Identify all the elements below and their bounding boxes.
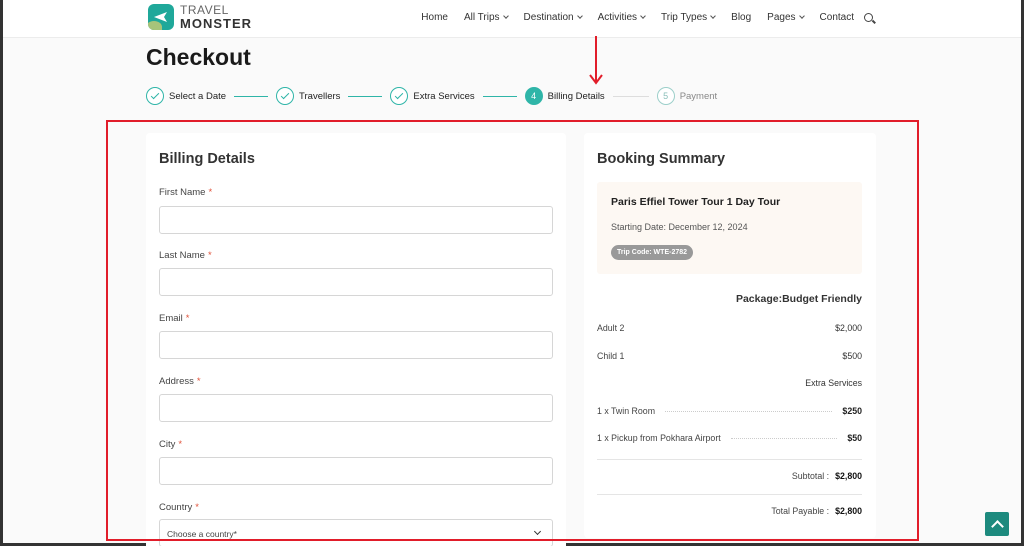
scroll-to-top-button[interactable] xyxy=(985,512,1009,536)
step-payment[interactable]: 5 Payment xyxy=(656,87,718,105)
site-logo[interactable]: TRAVEL MONSTER xyxy=(148,0,252,34)
step-number: 5 xyxy=(656,87,675,105)
checkout-steps: Select a Date Travellers Extra Services … xyxy=(146,86,717,106)
annotation-highlight-box xyxy=(106,120,919,541)
step-travellers[interactable]: Travellers xyxy=(276,87,340,105)
step-connector xyxy=(482,95,517,97)
logo-text-bottom: MONSTER xyxy=(180,16,252,31)
check-icon xyxy=(390,87,409,105)
logo-text: TRAVEL MONSTER xyxy=(180,4,252,31)
plane-logo-icon xyxy=(148,4,174,30)
step-connector xyxy=(234,95,269,97)
check-icon xyxy=(276,87,295,105)
step-number: 4 xyxy=(524,87,543,105)
chevron-down-icon xyxy=(640,12,646,19)
annotation-arrow-icon xyxy=(589,36,603,85)
step-select-date[interactable]: Select a Date xyxy=(146,87,226,105)
step-label: Billing Details xyxy=(547,90,605,102)
nav-home[interactable]: Home xyxy=(421,12,448,23)
nav-destination[interactable]: Destination xyxy=(524,12,583,23)
main-nav: Home All Trips Destination Activities Tr… xyxy=(405,0,873,34)
step-billing-details[interactable]: 4 Billing Details xyxy=(524,87,605,105)
nav-contact[interactable]: Contact xyxy=(820,12,854,23)
chevron-down-icon xyxy=(502,12,509,19)
step-extra-services[interactable]: Extra Services xyxy=(390,87,475,105)
window-frame-left xyxy=(0,0,3,546)
nav-all-trips[interactable]: All Trips xyxy=(464,12,509,23)
page-title: Checkout xyxy=(146,44,251,70)
step-label: Extra Services xyxy=(413,90,475,102)
chevron-down-icon xyxy=(710,12,716,19)
nav-activities[interactable]: Activities xyxy=(598,12,646,23)
chevron-down-icon xyxy=(798,12,805,19)
step-connector xyxy=(348,95,383,97)
step-label: Payment xyxy=(679,90,718,102)
nav-trip-types[interactable]: Trip Types xyxy=(661,12,716,23)
search-icon[interactable] xyxy=(864,12,873,22)
step-label: Travellers xyxy=(299,90,341,102)
step-label: Select a Date xyxy=(169,90,227,102)
nav-blog[interactable]: Blog xyxy=(731,12,751,23)
nav-pages[interactable]: Pages xyxy=(767,12,805,23)
site-header: TRAVEL MONSTER Home All Trips Destinatio… xyxy=(3,0,1021,38)
step-connector xyxy=(612,95,649,97)
chevron-down-icon xyxy=(576,12,583,19)
check-icon xyxy=(146,87,164,105)
